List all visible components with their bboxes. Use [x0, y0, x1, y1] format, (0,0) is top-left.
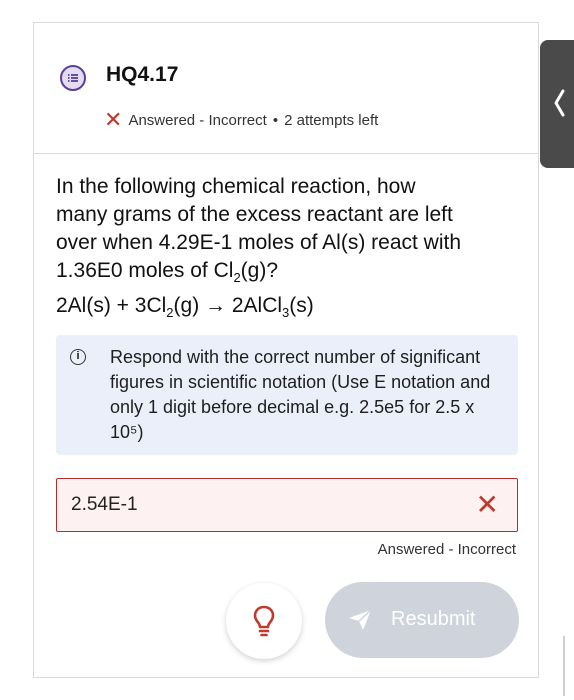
chemical-equation: 2Al(s) + 3Cl2(g) → 2AlCl3(s): [56, 294, 314, 321]
question-text: In the following chemical reaction, how …: [56, 173, 526, 327]
attempts-left: 2 attempts left: [284, 112, 379, 129]
resubmit-button[interactable]: Resubmit: [325, 582, 519, 658]
hint-button[interactable]: [226, 583, 302, 659]
question-line: many grams of the excess reactant are le…: [56, 203, 453, 226]
x-icon[interactable]: ✕: [476, 488, 499, 521]
x-icon: ✕: [104, 107, 123, 132]
question-line: 1.36E0 moles of Cl2(g)?: [56, 259, 279, 286]
side-panel-tab[interactable]: [540, 40, 574, 168]
answer-status-label: Answered - Incorrect: [377, 541, 516, 558]
chevron-left-icon: [554, 89, 565, 117]
answer-input[interactable]: 2.54E-1 ✕: [56, 478, 518, 532]
answer-value[interactable]: 2.54E-1: [71, 494, 138, 516]
send-icon: [349, 609, 372, 630]
question-line: over when 4.29E-1 moles of Al(s) react w…: [56, 231, 462, 254]
answer-status-row: ✕ Answered - Incorrect • 2 attempts left: [104, 105, 379, 132]
question-card: HQ4.17 ✕ Answered - Incorrect • 2 attempts …: [33, 22, 539, 678]
scrollbar-track: [563, 636, 565, 696]
status-text: Answered - Incorrect: [128, 112, 267, 129]
info-icon: i: [70, 349, 86, 365]
hint-text: Respond with the correct number of signi…: [110, 347, 491, 442]
list-bubble-icon: [60, 65, 86, 91]
question-id: HQ4.17: [106, 63, 179, 86]
question-header: HQ4.17 ✕ Answered - Incorrect • 2 attempts …: [34, 23, 538, 154]
resubmit-label: Resubmit: [391, 608, 476, 630]
question-line: In the following chemical reaction, how: [56, 175, 416, 198]
separator-dot: •: [272, 112, 279, 129]
lightbulb-icon: [253, 605, 275, 637]
hint-box: i Respond with the correct number of sig…: [56, 335, 518, 455]
